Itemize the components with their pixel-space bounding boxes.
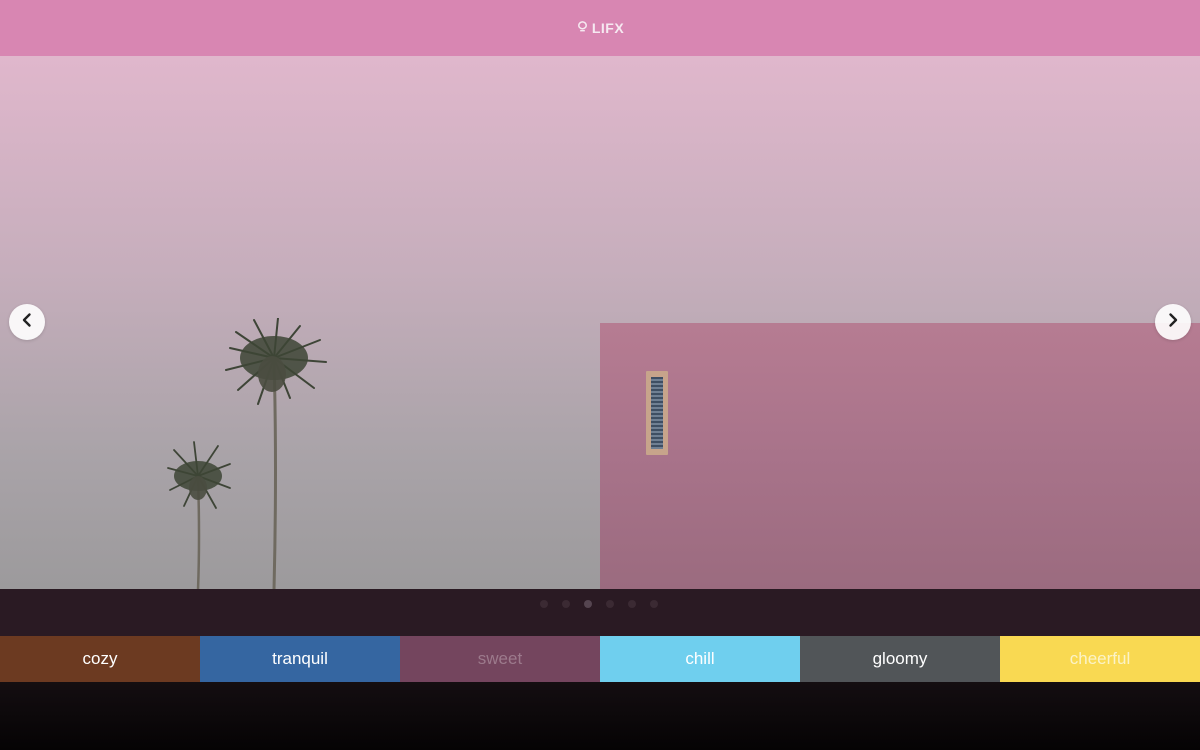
slide-dot-1[interactable] xyxy=(540,600,548,608)
mood-label: cozy xyxy=(82,649,118,668)
next-slide-button[interactable] xyxy=(1155,304,1191,340)
bulb-icon xyxy=(576,20,589,36)
slide-dot-3[interactable] xyxy=(584,600,592,608)
mood-label: chill xyxy=(685,649,715,668)
mood-cozy-button[interactable]: cozy xyxy=(0,636,200,682)
wall-window xyxy=(646,371,668,455)
bottom-area xyxy=(0,682,1200,750)
slide-dot-5[interactable] xyxy=(628,600,636,608)
slide-indicator-bar xyxy=(0,589,1200,636)
mood-tranquil-button[interactable]: tranquil xyxy=(200,636,400,682)
mood-image xyxy=(0,56,1200,589)
top-bar: LIFX xyxy=(0,0,1200,56)
mood-label: gloomy xyxy=(872,649,928,668)
mood-label: sweet xyxy=(477,649,523,668)
mood-label: cheerful xyxy=(1069,649,1131,668)
slide-dot-4[interactable] xyxy=(606,600,614,608)
mood-selector: cozy tranquil sweet chill gloomy cheerfu… xyxy=(0,636,1200,682)
mood-gloomy-button[interactable]: gloomy xyxy=(800,636,1000,682)
slide-dots xyxy=(540,600,658,608)
chevron-left-icon xyxy=(19,312,35,333)
slide-dot-2[interactable] xyxy=(562,600,570,608)
mood-cheerful-button[interactable]: cheerful xyxy=(1000,636,1200,682)
slide-dot-6[interactable] xyxy=(650,600,658,608)
previous-slide-button[interactable] xyxy=(9,304,45,340)
mood-sweet-button[interactable]: sweet xyxy=(400,636,600,682)
mood-chill-button[interactable]: chill xyxy=(600,636,800,682)
lifx-logo[interactable]: LIFX xyxy=(576,20,624,36)
chevron-right-icon xyxy=(1165,312,1181,333)
pink-wall xyxy=(600,323,1200,589)
palm-trees xyxy=(167,318,327,589)
mood-label: tranquil xyxy=(272,649,328,668)
logo-text: LIFX xyxy=(591,20,625,36)
